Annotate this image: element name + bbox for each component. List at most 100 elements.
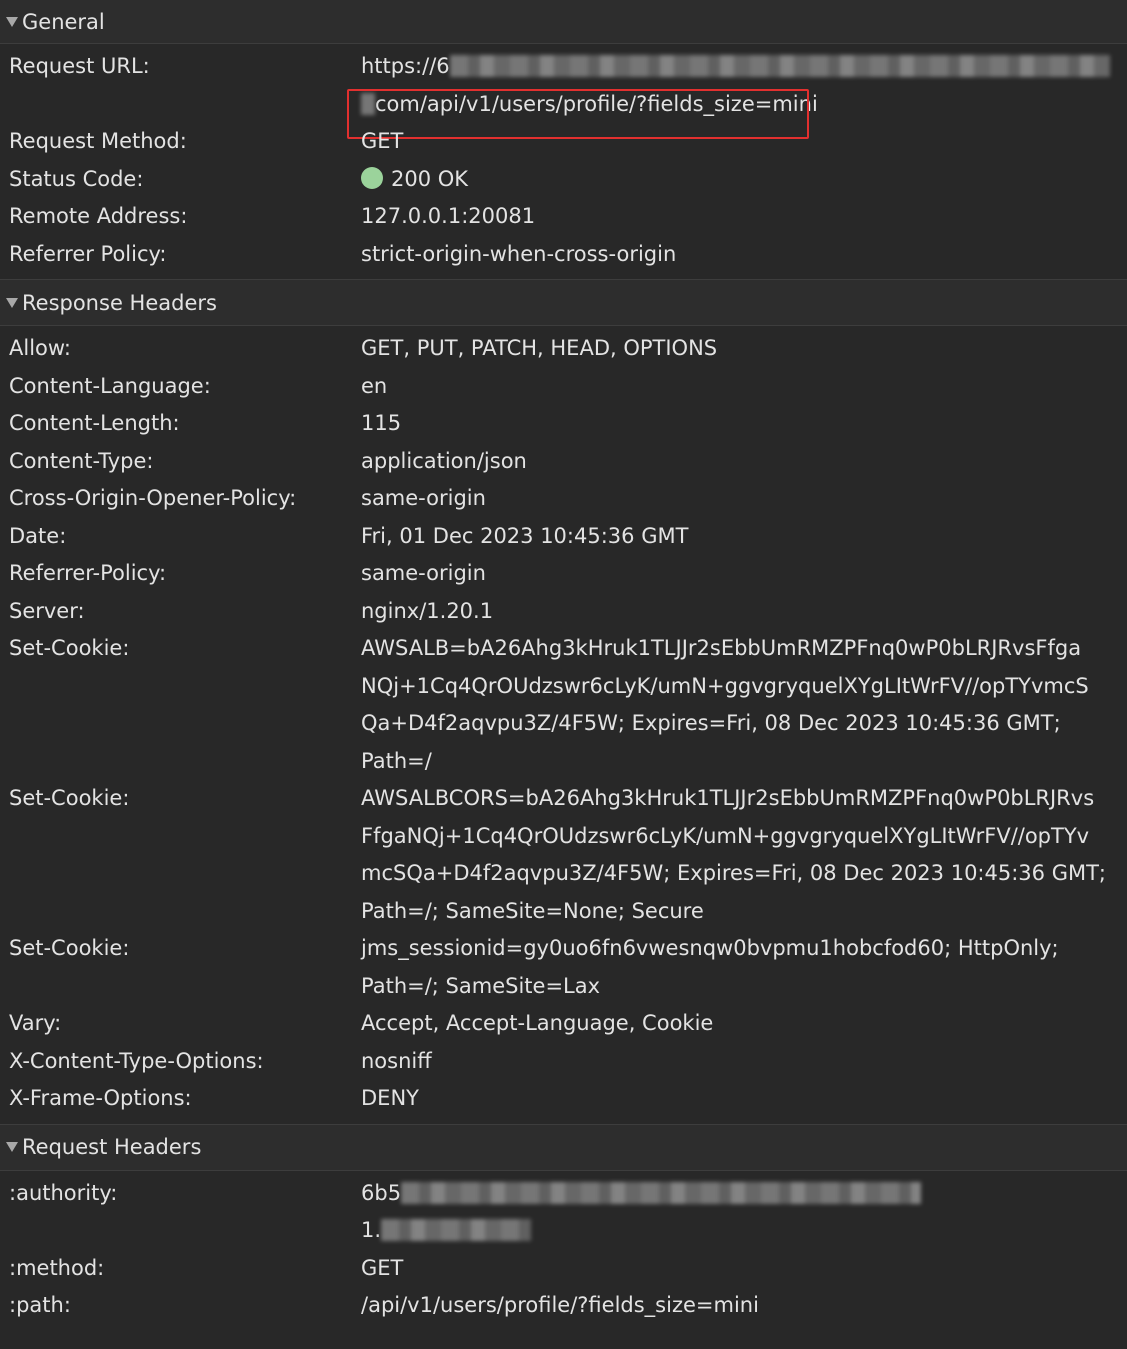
header-key: Content-Length: (9, 411, 180, 435)
header-row: Referrer Policy: strict-origin-when-cros… (0, 236, 1127, 274)
status-dot-icon (361, 166, 383, 189)
header-row: Vary: Accept, Accept-Language, Cookie (0, 1005, 1127, 1043)
section-title: Response Headers (22, 290, 217, 315)
header-value[interactable]: 6b5 1. (361, 1175, 1127, 1250)
header-row: :authority: 6b5 1. (0, 1175, 1127, 1250)
redacted-block (401, 1181, 922, 1204)
header-value[interactable]: strict-origin-when-cross-origin (361, 236, 1127, 274)
url-path: com/api/v1/users/profile/?fields_size=mi… (375, 91, 818, 116)
header-key: Content-Language: (9, 373, 211, 398)
authority-line-1: 6b5 (361, 1175, 1117, 1213)
header-value[interactable]: application/json (361, 443, 1127, 481)
cookie-line: Path=/; SameSite=Lax (361, 973, 601, 998)
header-value[interactable]: DENY (361, 1080, 1127, 1118)
header-key: Set-Cookie: (9, 936, 130, 960)
header-value[interactable]: /api/v1/users/profile/?fields_size=mini (361, 1287, 1127, 1325)
status-text: 200 OK (391, 166, 469, 191)
header-key: Date: (9, 523, 67, 548)
header-row: Content-Type: application/json (0, 443, 1127, 481)
url-line-2: com/api/v1/users/profile/?fields_size=mi… (361, 86, 1117, 124)
section-title: General (22, 9, 105, 34)
header-key: Request URL: (9, 54, 150, 78)
header-value[interactable]: en (361, 368, 1127, 406)
authority-prefix: 1. (361, 1218, 382, 1242)
header-row: :path: /api/v1/users/profile/?fields_siz… (0, 1287, 1127, 1325)
header-row: Referrer-Policy: same-origin (0, 555, 1127, 593)
header-key: Referrer Policy: (9, 241, 167, 266)
response-headers-section-header[interactable]: Response Headers (0, 279, 1127, 326)
header-value[interactable]: same-origin (361, 555, 1127, 593)
header-key: Remote Address: (9, 204, 188, 228)
collapse-triangle-icon (6, 297, 18, 308)
header-row: Content-Length: 115 (0, 405, 1127, 443)
cookie-line: Path=/; SameSite=None; Secure (361, 898, 704, 923)
header-key: X-Content-Type-Options: (9, 1048, 264, 1073)
header-row: Server: nginx/1.20.1 (0, 593, 1127, 631)
header-key: :method: (9, 1255, 105, 1280)
redacted-block (381, 1219, 532, 1241)
cookie-line: AWSALBCORS=bA26Ahg3kHruk1TLJJr2sEbbUmRMZ… (361, 786, 1095, 810)
section-title: Request Headers (22, 1135, 202, 1159)
header-row: Content-Language: en (0, 368, 1127, 406)
header-value[interactable]: Accept, Accept-Language, Cookie (361, 1005, 1127, 1043)
header-row: X-Content-Type-Options: nosniff (0, 1043, 1127, 1081)
header-key: :authority: (9, 1180, 118, 1205)
header-value[interactable]: 200 OK (361, 161, 1127, 199)
header-key: Set-Cookie: (9, 636, 130, 660)
redacted-block (449, 55, 1110, 77)
header-key: Cross-Origin-Opener-Policy: (9, 486, 297, 510)
request-header-rows: :authority: 6b5 1. :method: GET :path: /… (0, 1171, 1127, 1331)
header-row: Request URL: https://6 com/api/v1/users/… (0, 48, 1127, 139)
collapse-triangle-icon (6, 16, 18, 27)
header-key: Server: (9, 598, 85, 623)
header-value[interactable]: Fri, 01 Dec 2023 10:45:36 GMT (361, 518, 1127, 556)
header-row: Status Code: 200 OK (0, 161, 1127, 199)
header-row: :method: GET (0, 1250, 1127, 1288)
general-rows: Request URL: https://6 com/api/v1/users/… (0, 44, 1127, 279)
general-section-header[interactable]: General (0, 0, 1127, 44)
cookie-line: jms_sessionid=gy0uo6fn6vwesnqw0bvpmu1hob… (361, 936, 1059, 960)
cookie-line: FfgaNQj+1Cq4QrOUdzswr6cLyK/umN+ggvgryque… (361, 823, 1090, 848)
header-value[interactable]: 115 (361, 405, 1127, 443)
header-key: X-Frame-Options: (9, 1086, 192, 1110)
cookie-line: NQj+1Cq4QrOUdzswr6cLyK/umN+ggvgryquelXYg… (361, 673, 1089, 698)
header-value[interactable]: GET, PUT, PATCH, HEAD, OPTIONS (361, 330, 1127, 368)
header-value[interactable]: AWSALB=bA26Ahg3kHruk1TLJJr2sEbbUmRMZPFnq… (361, 630, 1127, 780)
header-row: Date: Fri, 01 Dec 2023 10:45:36 GMT (0, 518, 1127, 556)
header-row: Request Method: GET (0, 123, 1127, 161)
cookie-line: mcSQa+D4f2aqvpu3Z/4F5W; Expires=Fri, 08 … (361, 861, 1106, 885)
cookie-line: Path=/ (361, 748, 432, 773)
cookie-line: AWSALB=bA26Ahg3kHruk1TLJJr2sEbbUmRMZPFnq… (361, 636, 1082, 660)
cookie-line: Qa+D4f2aqvpu3Z/4F5W; Expires=Fri, 08 Dec… (361, 711, 1061, 735)
header-row: Remote Address: 127.0.0.1:20081 (0, 198, 1127, 236)
header-key: Referrer-Policy: (9, 561, 167, 585)
header-key: Set-Cookie: (9, 786, 130, 810)
header-value[interactable]: jms_sessionid=gy0uo6fn6vwesnqw0bvpmu1hob… (361, 930, 1127, 1005)
header-value[interactable]: nosniff (361, 1043, 1127, 1081)
header-value[interactable]: same-origin (361, 480, 1127, 518)
redacted-block (361, 92, 375, 115)
header-row: Set-Cookie: AWSALB=bA26Ahg3kHruk1TLJJr2s… (0, 630, 1127, 780)
header-key: Status Code: (9, 166, 144, 191)
header-value[interactable]: https://6 com/api/v1/users/profile/?fiel… (347, 48, 1127, 139)
header-value[interactable]: AWSALBCORS=bA26Ahg3kHruk1TLJJr2sEbbUmRMZ… (361, 780, 1127, 930)
header-key: Allow: (9, 336, 71, 360)
request-headers-section-header[interactable]: Request Headers (0, 1123, 1127, 1171)
header-value[interactable]: nginx/1.20.1 (361, 593, 1127, 631)
header-key: Vary: (9, 1011, 62, 1035)
header-row: Cross-Origin-Opener-Policy: same-origin (0, 480, 1127, 518)
header-row: X-Frame-Options: DENY (0, 1080, 1127, 1118)
url-prefix: https://6 (361, 54, 450, 78)
header-row: Set-Cookie: AWSALBCORS=bA26Ahg3kHruk1TLJ… (0, 780, 1127, 930)
header-row: Allow: GET, PUT, PATCH, HEAD, OPTIONS (0, 330, 1127, 368)
header-value[interactable]: GET (361, 123, 1127, 161)
collapse-triangle-icon (6, 1142, 18, 1152)
url-line-1: https://6 (361, 48, 1117, 86)
header-value[interactable]: GET (361, 1250, 1127, 1288)
authority-prefix: 6b5 (361, 1180, 402, 1205)
authority-line-2: 1. (361, 1212, 1117, 1250)
header-value[interactable]: 127.0.0.1:20081 (361, 198, 1127, 236)
header-row: Set-Cookie: jms_sessionid=gy0uo6fn6vwesn… (0, 930, 1127, 1005)
response-header-rows: Allow: GET, PUT, PATCH, HEAD, OPTIONS Co… (0, 326, 1127, 1124)
header-key: :path: (9, 1293, 71, 1317)
